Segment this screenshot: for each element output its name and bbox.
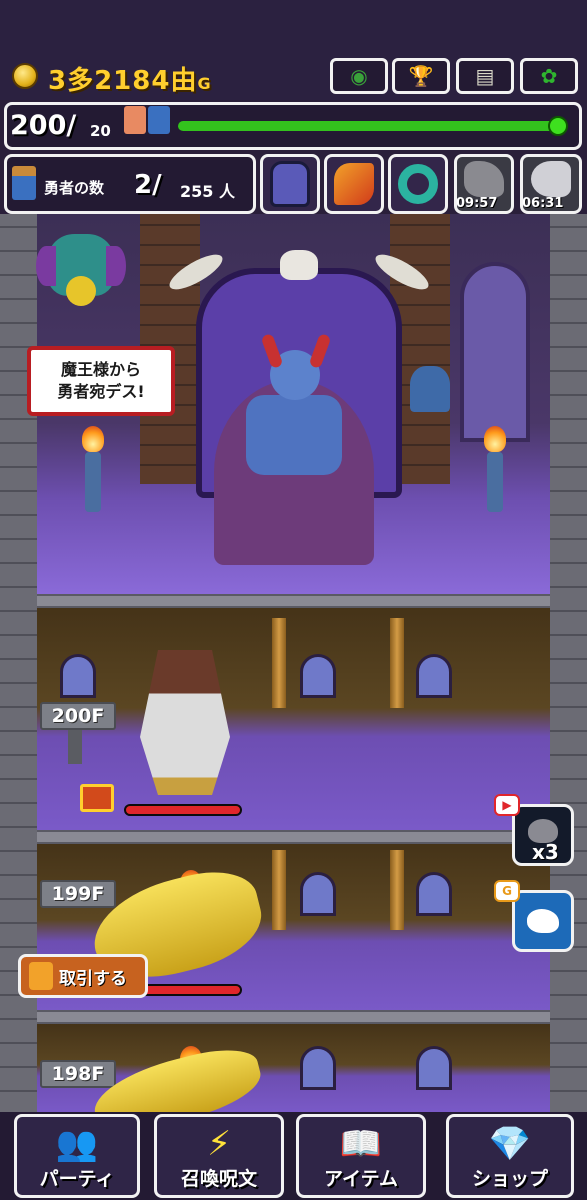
floor-pillar bbox=[272, 850, 286, 930]
hero-icon bbox=[12, 166, 36, 200]
twitter-bird-icon bbox=[527, 909, 559, 933]
floor-pillar bbox=[390, 850, 404, 930]
hero-count-value: 2/ bbox=[134, 170, 162, 200]
gold-coin-icon bbox=[12, 63, 38, 89]
nav-summon-label: 召喚呪文 bbox=[180, 1168, 257, 1190]
tower-wall-right bbox=[550, 214, 587, 1114]
torch-flame-icon bbox=[484, 426, 506, 452]
video-ad-badge-icon: ▶ bbox=[494, 794, 520, 816]
nav-shop-label: ショップ bbox=[471, 1168, 548, 1190]
enemy-bird-knight[interactable] bbox=[140, 650, 230, 795]
dragon-summon-slot[interactable] bbox=[324, 154, 384, 214]
nav-items-button[interactable]: 📖 アイテム bbox=[296, 1114, 426, 1198]
serpent-summon-slot[interactable] bbox=[388, 154, 448, 214]
demon-lord-avatar bbox=[124, 106, 146, 134]
tower-hp-current: 200/ bbox=[10, 110, 77, 141]
wolf-icon bbox=[464, 161, 504, 197]
sign-post bbox=[68, 730, 82, 764]
gold-orb-icon bbox=[66, 276, 96, 306]
gargoyle-statue bbox=[410, 366, 450, 412]
hero-avatar bbox=[148, 106, 170, 134]
torch-flame-icon bbox=[82, 426, 104, 452]
orb-icon: ◉ bbox=[350, 64, 368, 88]
document-icon: ▤ bbox=[475, 64, 495, 88]
enemy-hp-fill bbox=[126, 806, 240, 814]
floor-window bbox=[60, 654, 96, 698]
nav-shop-button[interactable]: 💎 ショップ bbox=[446, 1114, 574, 1198]
floor-sign: 199F bbox=[40, 880, 116, 908]
demon-mail-speech-bubble[interactable]: 魔王様から 勇者宛デス! bbox=[27, 346, 175, 416]
trophy-icon: 🏆 bbox=[408, 64, 434, 88]
floor-window bbox=[416, 872, 452, 916]
floor-window bbox=[416, 654, 452, 698]
trade-button[interactable]: 取引する bbox=[18, 954, 148, 998]
hero-count-label: 勇者の数 bbox=[44, 179, 105, 197]
eagle-cooldown-timer: 06:31 bbox=[522, 196, 564, 211]
diamond-icon: 💎 bbox=[488, 1124, 532, 1164]
nav-summon-button[interactable]: ⚡ 召喚呪文 bbox=[154, 1114, 284, 1198]
map-button[interactable]: ◉ bbox=[330, 58, 388, 94]
floor-sign: 198F bbox=[40, 1060, 116, 1088]
torch-stand-right bbox=[487, 452, 503, 512]
wolf-cooldown-timer: 09:57 bbox=[456, 196, 498, 211]
floor-sign: 200F bbox=[40, 702, 116, 730]
floor-divider bbox=[37, 1010, 550, 1024]
torch-stand-left bbox=[85, 452, 101, 512]
hero-count-total: 255 人 bbox=[180, 182, 235, 201]
book-icon: 📖 bbox=[339, 1124, 383, 1164]
gargoyle-wing-left bbox=[36, 246, 56, 286]
knight-summon-slot[interactable] bbox=[260, 154, 320, 214]
floor-pillar bbox=[390, 618, 404, 708]
eagle-icon bbox=[531, 161, 571, 197]
tower-hp-knob bbox=[548, 116, 568, 136]
helmet-icon bbox=[270, 161, 310, 207]
gear-icon: ✿ bbox=[540, 64, 558, 88]
speech-line-2: 勇者宛デス! bbox=[57, 382, 145, 401]
tower-hp-max: 20 bbox=[90, 122, 111, 140]
gold-bonus-badge-icon: G bbox=[494, 880, 520, 902]
serpent-icon bbox=[398, 164, 438, 204]
trade-button-label: 取引する bbox=[59, 968, 127, 989]
gold-amount: 3多2184由G bbox=[48, 66, 212, 96]
log-button[interactable]: ▤ bbox=[456, 58, 514, 94]
gargoyle-wing-right bbox=[106, 246, 126, 286]
dragon-icon bbox=[334, 163, 374, 205]
floor-window bbox=[300, 654, 336, 698]
floor-window bbox=[416, 1046, 452, 1090]
trophy-button[interactable]: 🏆 bbox=[392, 58, 450, 94]
floor-window bbox=[300, 1046, 336, 1090]
floor-divider bbox=[37, 594, 550, 608]
tower-hp-fill bbox=[178, 121, 562, 131]
gargoyle-messenger[interactable] bbox=[36, 226, 126, 326]
nav-party-button[interactable]: 👥 パーティ bbox=[14, 1114, 140, 1198]
skull-ornament-icon bbox=[280, 250, 318, 280]
rock-multiplier: x3 bbox=[532, 840, 559, 864]
lightning-icon: ⚡ bbox=[207, 1124, 231, 1164]
stained-window bbox=[460, 262, 530, 442]
nav-party-label: パーティ bbox=[39, 1168, 115, 1190]
floor-divider bbox=[37, 830, 550, 844]
settings-button[interactable]: ✿ bbox=[520, 58, 578, 94]
speech-line-1: 魔王様から bbox=[60, 360, 141, 379]
twitter-share-button[interactable] bbox=[512, 890, 574, 952]
nav-items-label: アイテム bbox=[323, 1168, 399, 1190]
merchant-icon bbox=[29, 962, 53, 990]
floor-pillar bbox=[272, 618, 286, 708]
party-icon: 👥 bbox=[55, 1124, 99, 1164]
floor-window bbox=[300, 872, 336, 916]
treasure-chest-icon[interactable] bbox=[80, 784, 114, 812]
demon-lord-body bbox=[246, 395, 342, 475]
